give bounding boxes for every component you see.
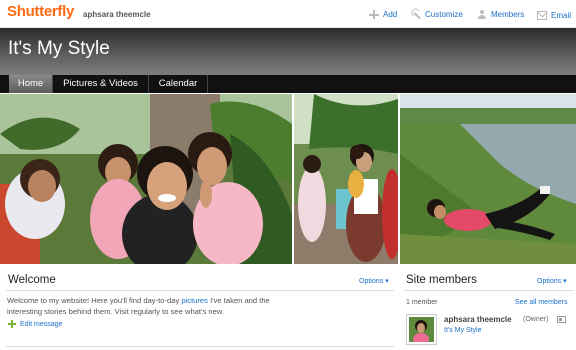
site-members-heading: Site members — [406, 274, 477, 286]
site-title[interactable]: It's My Style — [8, 38, 110, 60]
group-photo-image — [0, 94, 292, 264]
featured-photo-mother-child[interactable] — [294, 94, 398, 264]
member-count: 1 member — [406, 299, 438, 306]
page: Shutterfly aphsara theemcle Add Customiz… — [0, 0, 576, 350]
mail-icon — [537, 11, 547, 20]
plus-icon — [8, 320, 16, 328]
plus-icon — [369, 10, 379, 19]
members-link[interactable]: Members — [477, 10, 524, 19]
customize-link[interactable]: Customize — [411, 10, 463, 19]
shutterfly-logo[interactable]: Shutterfly — [7, 3, 74, 20]
welcome-heading: Welcome — [8, 274, 56, 286]
welcome-text-start: Welcome to my website! Here you'll find … — [7, 296, 182, 305]
welcome-divider — [6, 290, 394, 291]
account-username[interactable]: aphsara theemcle — [83, 10, 151, 19]
email-link[interactable]: Email — [537, 10, 571, 20]
avatar[interactable] — [406, 314, 437, 345]
welcome-bottom-divider — [6, 346, 394, 347]
edit-message-link[interactable]: Edit message — [8, 320, 62, 328]
add-link[interactable]: Add — [369, 10, 397, 19]
welcome-options-menu[interactable]: Options ▾ — [359, 277, 389, 285]
top-bar: Shutterfly aphsara theemcle Add Customiz… — [0, 0, 576, 28]
add-link-label: Add — [383, 10, 398, 19]
riverbank-photo-image — [400, 94, 576, 264]
welcome-message: Welcome to my website! Here you'll find … — [7, 296, 277, 317]
members-link-label: Members — [491, 10, 525, 19]
featured-photo-group[interactable] — [0, 94, 292, 264]
person-icon — [477, 10, 487, 19]
member-avatar-image — [409, 317, 434, 345]
profile-card-icon — [557, 316, 566, 323]
featured-photo-riverbank[interactable] — [400, 94, 576, 264]
wrench-icon — [409, 8, 422, 21]
see-all-members-link[interactable]: See all members — [515, 299, 568, 306]
main-nav: Home Pictures & Videos Calendar — [0, 75, 576, 93]
tab-pictures-videos[interactable]: Pictures & Videos — [53, 75, 149, 93]
tab-home[interactable]: Home — [9, 75, 53, 93]
member-name[interactable]: aphsara theemcle — [444, 315, 512, 324]
member-site-link[interactable]: It's My Style — [444, 327, 482, 334]
site-header: It's My Style — [0, 28, 576, 75]
tab-calendar[interactable]: Calendar — [149, 75, 208, 93]
email-link-label: Email — [551, 10, 572, 20]
edit-message-label: Edit message — [20, 320, 63, 328]
members-divider — [404, 290, 574, 291]
customize-link-label: Customize — [425, 10, 463, 19]
members-options-menu[interactable]: Options ▾ — [537, 277, 567, 285]
pictures-link[interactable]: pictures — [181, 296, 208, 305]
member-role: (Owner) — [523, 316, 549, 323]
mother-child-photo-image — [294, 94, 398, 264]
